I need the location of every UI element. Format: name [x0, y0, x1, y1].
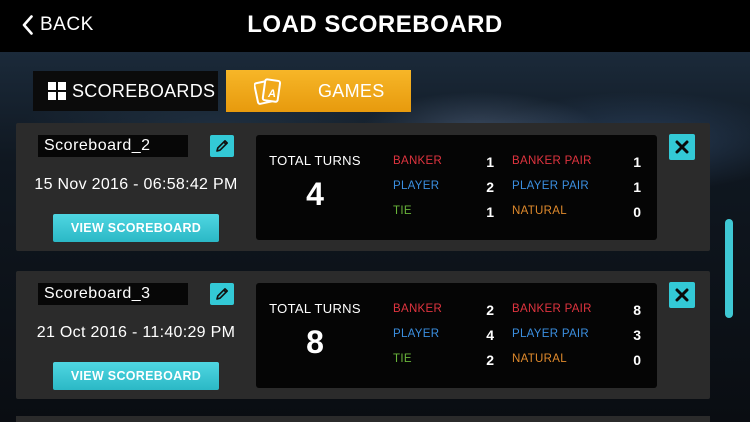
total-turns-label: TOTAL TURNS	[269, 153, 361, 168]
scoreboard-card: Scoreboard_2 15 Nov 2016 - 06:58:42 PM V…	[16, 123, 710, 251]
pencil-icon	[216, 140, 228, 152]
page-title: LOAD SCOREBOARD	[247, 11, 503, 38]
close-icon	[675, 140, 689, 154]
playing-cards-icon: A	[254, 78, 282, 105]
grid-icon	[48, 82, 66, 100]
tab-scoreboards-label: SCOREBOARDS	[72, 80, 216, 101]
tab-scoreboards[interactable]: SCOREBOARDS	[33, 71, 218, 111]
view-scoreboard-button[interactable]: VIEW SCOREBOARD	[53, 362, 219, 390]
close-icon	[675, 288, 689, 302]
scoreboard-name: Scoreboard_2	[38, 135, 188, 157]
banker-pair-value: 1	[633, 154, 641, 170]
scrollbar-thumb[interactable]	[725, 219, 733, 318]
scoreboard-date: 21 Oct 2016 - 11:40:29 PM	[36, 324, 236, 341]
scoreboard-card: Scoreboard_3 21 Oct 2016 - 11:40:29 PM V…	[16, 271, 710, 399]
stats-panel: TOTAL TURNS 8 BANKER 2 PLAYER 4 TIE 2 BA…	[256, 283, 657, 388]
player-value: 2	[486, 179, 494, 195]
player-pair-label: PLAYER PAIR	[512, 180, 590, 192]
banker-pair-label: BANKER PAIR	[512, 155, 592, 167]
player-value: 4	[486, 327, 494, 343]
delete-button[interactable]	[669, 282, 695, 308]
view-scoreboard-button[interactable]: VIEW SCOREBOARD	[53, 214, 219, 242]
scoreboard-card-peek	[16, 416, 710, 422]
player-label: PLAYER	[393, 328, 440, 340]
natural-value: 0	[633, 352, 641, 368]
banker-value: 2	[486, 302, 494, 318]
natural-label: NATURAL	[512, 205, 567, 217]
tab-games-label: GAMES	[318, 80, 385, 101]
banker-label: BANKER	[393, 155, 443, 167]
tie-label: TIE	[393, 353, 412, 365]
svg-text:A: A	[267, 88, 276, 100]
banker-pair-label: BANKER PAIR	[512, 303, 592, 315]
natural-value: 0	[633, 204, 641, 220]
delete-button[interactable]	[669, 134, 695, 160]
total-turns-value: 8	[306, 324, 324, 360]
banker-label: BANKER	[393, 303, 443, 315]
tie-label: TIE	[393, 205, 412, 217]
scoreboard-date: 15 Nov 2016 - 06:58:42 PM	[34, 176, 238, 193]
natural-label: NATURAL	[512, 353, 567, 365]
top-bar: BACK LOAD SCOREBOARD	[0, 0, 750, 52]
banker-value: 1	[486, 154, 494, 170]
pencil-icon	[216, 288, 228, 300]
edit-name-button[interactable]	[210, 283, 234, 305]
total-turns-label: TOTAL TURNS	[269, 301, 361, 316]
player-label: PLAYER	[393, 180, 440, 192]
player-pair-value: 1	[633, 179, 641, 195]
player-pair-value: 3	[633, 327, 641, 343]
stats-panel: TOTAL TURNS 4 BANKER 1 PLAYER 2 TIE 1 BA…	[256, 135, 657, 240]
banker-pair-value: 8	[633, 302, 641, 318]
total-turns-value: 4	[306, 176, 324, 212]
scoreboard-name: Scoreboard_3	[38, 283, 188, 305]
edit-name-button[interactable]	[210, 135, 234, 157]
tie-value: 2	[486, 352, 494, 368]
tie-value: 1	[486, 204, 494, 220]
tab-games[interactable]: A GAMES	[226, 70, 411, 112]
player-pair-label: PLAYER PAIR	[512, 328, 590, 340]
